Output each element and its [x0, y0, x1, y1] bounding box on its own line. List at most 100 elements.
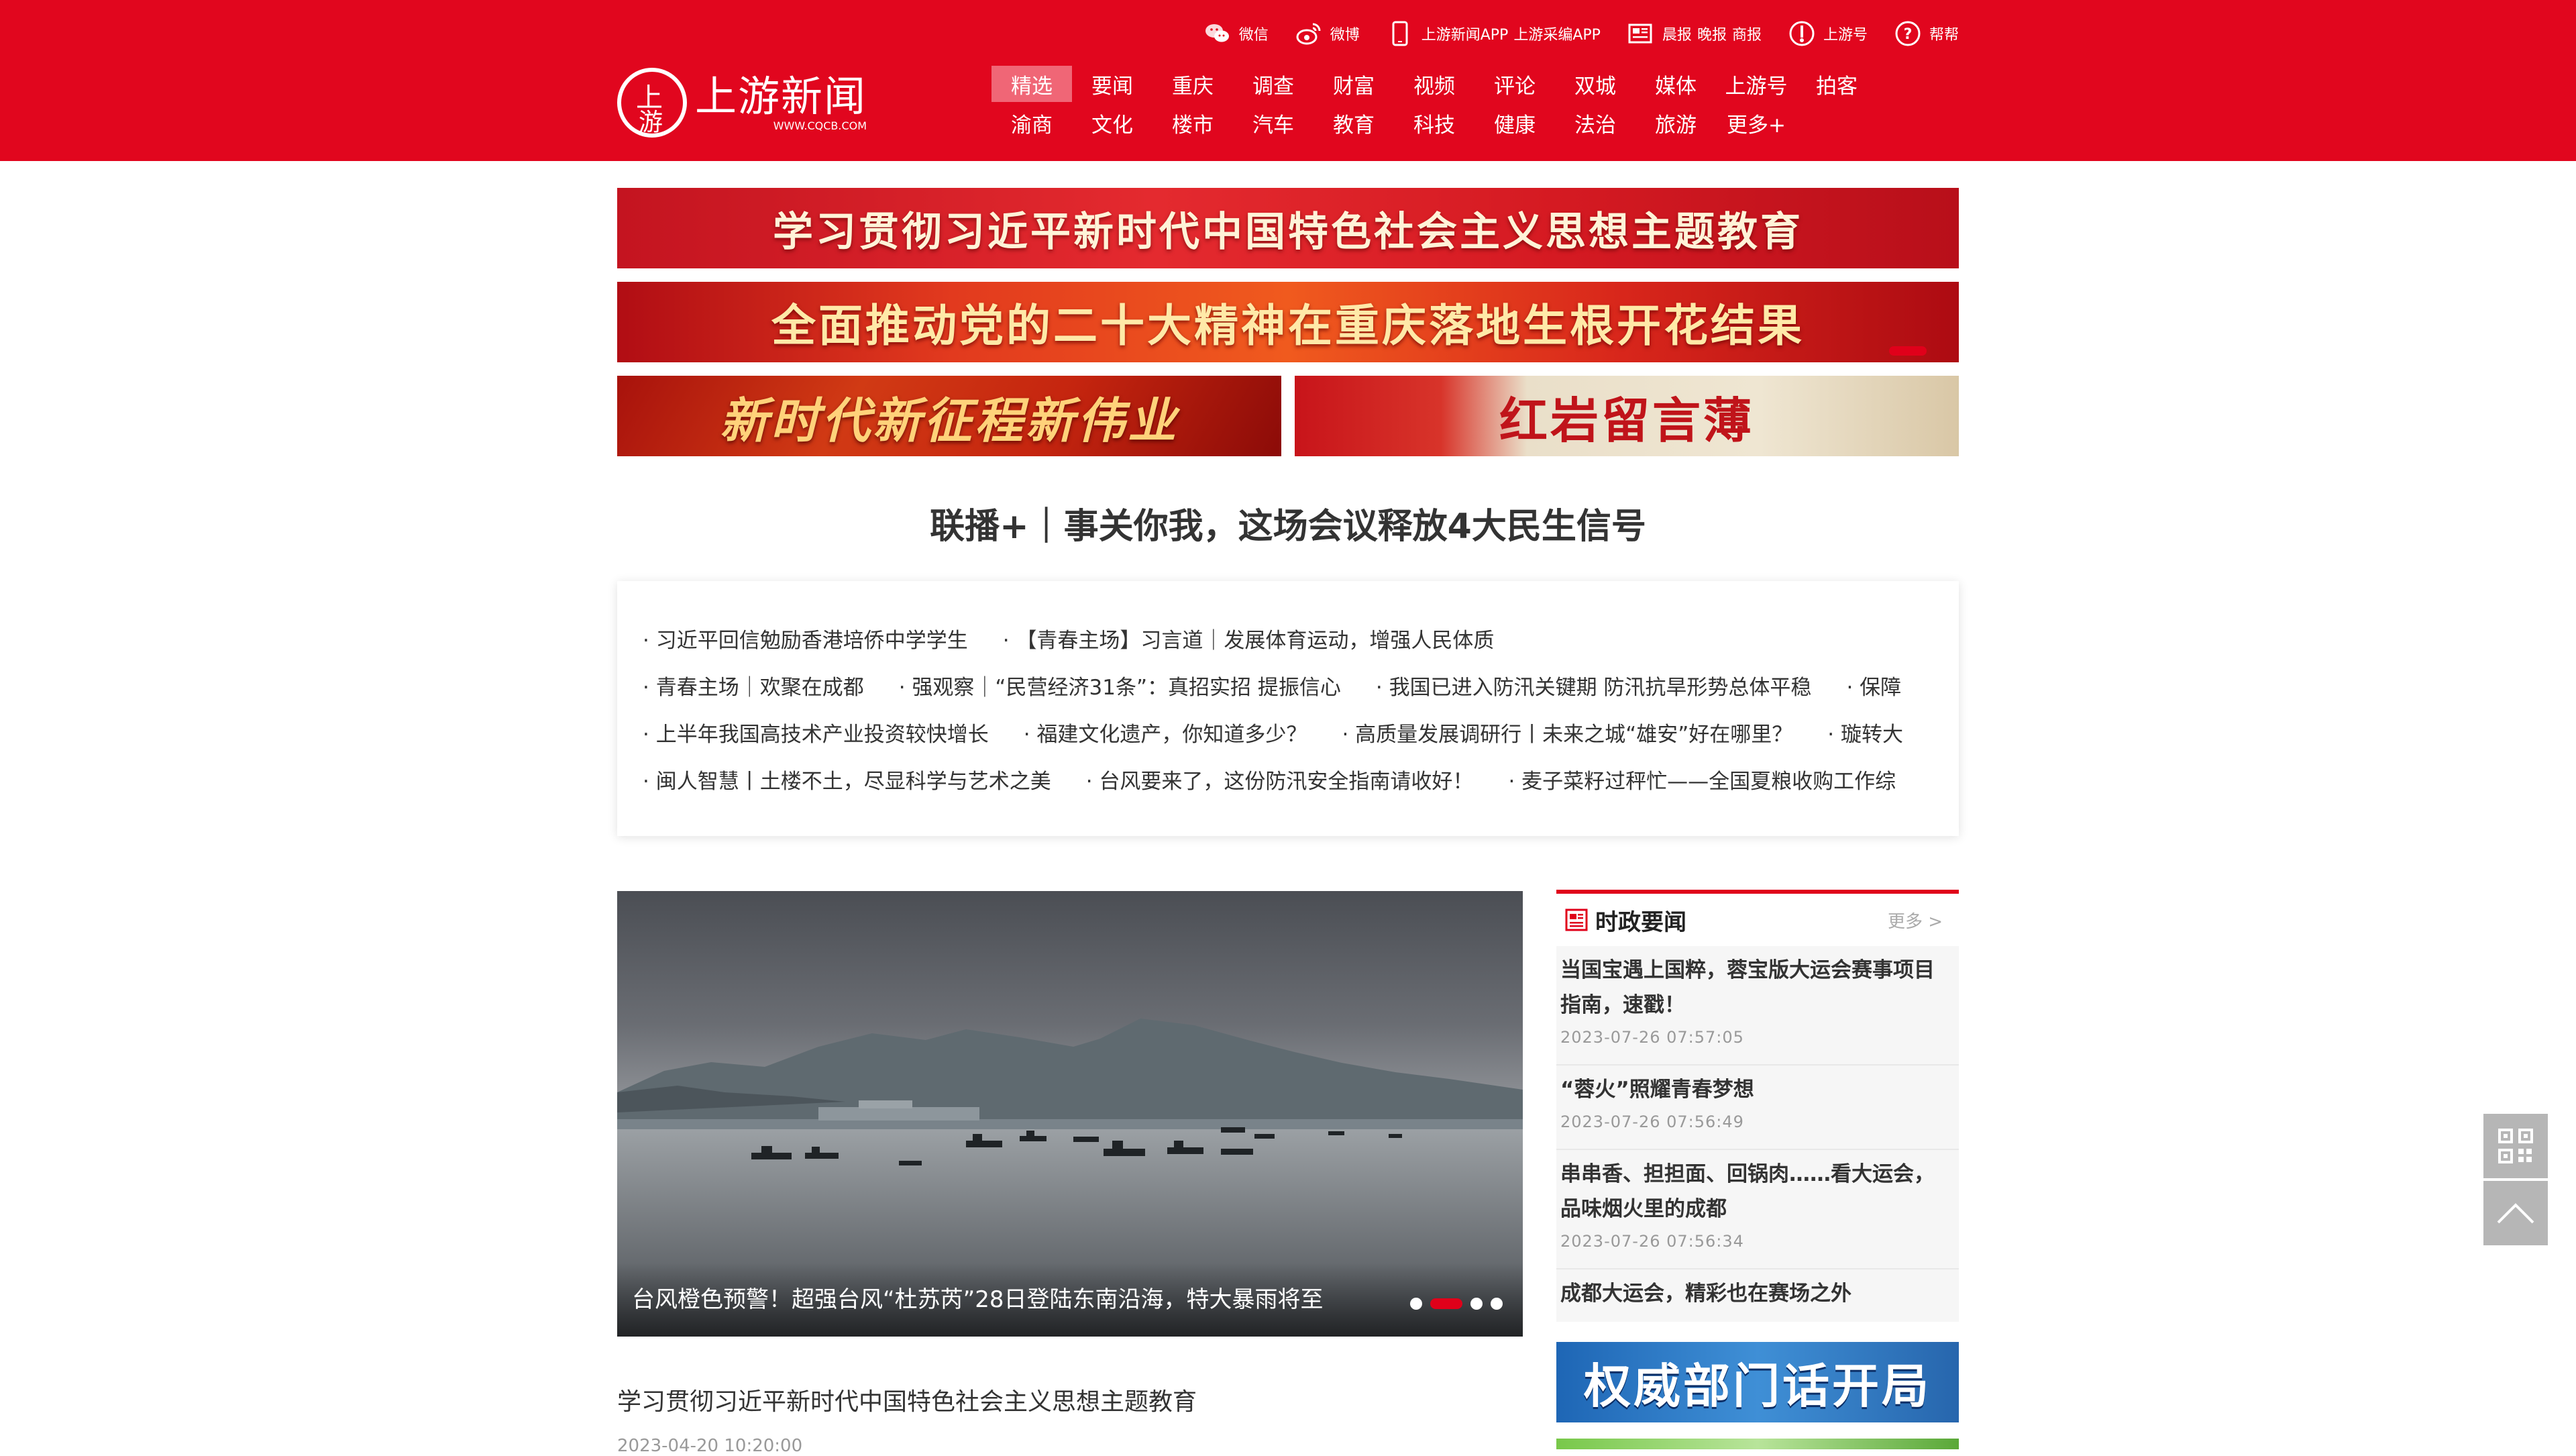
- nav-item-r1-2[interactable]: 重庆: [1152, 66, 1233, 102]
- app-links[interactable]: 上游新闻APP 上游采编APP: [1385, 19, 1601, 48]
- more-link[interactable]: 更多 >: [1888, 908, 1952, 933]
- news-title[interactable]: 成都大运会，精彩也在赛场之外: [1560, 1276, 1955, 1311]
- column-header: 时政要闻 更多 >: [1556, 894, 1959, 946]
- weibo-link[interactable]: 微博: [1294, 19, 1360, 48]
- news-title[interactable]: 当国宝遇上国粹，蓉宝版大运会赛事项目指南，速戳！: [1560, 953, 1955, 1023]
- nav-item-r2-2[interactable]: 楼市: [1152, 105, 1233, 141]
- news-title[interactable]: “蓉火”照耀青春梦想: [1560, 1072, 1955, 1107]
- nav-item-r2-3[interactable]: 汽车: [1233, 105, 1313, 141]
- nav-item-r1-8[interactable]: 媒体: [1635, 66, 1716, 102]
- chevron-up-icon: [2497, 1203, 2534, 1224]
- theme-education-banner[interactable]: 学习贯彻习近平新时代中国特色社会主义思想主题教育: [617, 188, 1959, 268]
- business-paper-label[interactable]: 商报: [1732, 23, 1762, 44]
- news-carousel[interactable]: 台风橙色预警！超强台风“杜苏芮”28日登陆东南沿海，特大暴雨将至: [617, 891, 1523, 1337]
- weibo-icon: [1296, 23, 1321, 45]
- qr-code-button[interactable]: [2483, 1114, 2548, 1178]
- headline-link[interactable]: 青春主场｜欢聚在成都: [643, 670, 864, 700]
- headline-link[interactable]: 上半年我国高技术产业投资较快增长: [643, 717, 989, 747]
- headline-link[interactable]: 福建文化遗产，你知道多少？: [1024, 717, 1307, 747]
- wechat-icon: [1205, 24, 1229, 42]
- nav-item-r1-10[interactable]: 拍客: [1796, 66, 1877, 102]
- nav-item-r2-1[interactable]: 文化: [1072, 105, 1152, 141]
- headline-link[interactable]: 闽人智慧丨土楼不土，尽显科学与艺术之美: [643, 764, 1051, 794]
- news-item[interactable]: 串串香、担担面、回锅肉……看大运会，品味烟火里的成都 2023-07-26 07:…: [1556, 1150, 1959, 1269]
- nav-item-r2-4[interactable]: 教育: [1313, 105, 1394, 141]
- logo-mark: 上 游: [617, 68, 687, 138]
- green-banner[interactable]: [1556, 1439, 1959, 1449]
- upstream-account-label: 上游号: [1823, 27, 1868, 44]
- carousel-page-dot[interactable]: [1470, 1298, 1483, 1310]
- twentieth-congress-banner[interactable]: 全面推动党的二十大精神在重庆落地生根开花结果: [617, 282, 1959, 362]
- upstream-account-link[interactable]: 上游号: [1787, 19, 1868, 48]
- news-date: 2023-07-26 07:56:34: [1560, 1232, 1744, 1251]
- news-date: 2023-07-26 07:57:05: [1560, 1028, 1744, 1047]
- weibo-label: 微博: [1330, 27, 1360, 44]
- svg-text:?: ?: [1904, 26, 1913, 43]
- authority-banner[interactable]: 权威部门话开局: [1556, 1342, 1959, 1422]
- main-nav: 精选 要闻 重庆 调查 财富 视频 评论 双城 媒体 上游号 拍客 渝商 文化 楼市 汽车 教育 科技 健康 法治…: [991, 64, 1904, 142]
- site-header: 微信 微博 上游新闻APP 上游采编APP 晨报 晚报 商报 上游号 ? 帮帮 …: [0, 0, 2576, 161]
- banner-slide-indicator[interactable]: [1889, 346, 1927, 356]
- banner-text: 学习贯彻习近平新时代中国特色社会主义思想主题教育: [773, 208, 1803, 256]
- help-label: 帮帮: [1929, 27, 1959, 44]
- carousel-caption[interactable]: 台风橙色预警！超强台风“杜苏芮”28日登陆东南沿海，特大暴雨将至: [632, 1281, 1403, 1314]
- headline-link[interactable]: 璇转大: [1827, 717, 1903, 747]
- headline-link[interactable]: 台风要来了，这份防汛安全指南请收好！: [1086, 764, 1473, 794]
- headline-link[interactable]: 强观察｜“民营经济31条”：真招实招 提振信心: [899, 670, 1340, 700]
- carousel-page-dot[interactable]: [1430, 1298, 1462, 1309]
- new-era-banner[interactable]: 新时代新征程新伟业: [617, 376, 1281, 456]
- nav-item-r1-0[interactable]: 精选: [991, 66, 1072, 102]
- link-row: 习近平回信勉励香港培侨中学学生 【青春主场】习言道｜发展体育运动，增强人民体质: [643, 615, 1933, 662]
- news-item[interactable]: 当国宝遇上国粹，蓉宝版大运会赛事项目指南，速戳！ 2023-07-26 07:57…: [1556, 946, 1959, 1065]
- feature-date: 2023-04-20 10:20:00: [617, 1436, 803, 1456]
- carousel-page-dot[interactable]: [1410, 1298, 1422, 1310]
- nav-item-r2-9[interactable]: 更多+: [1716, 105, 1796, 141]
- nav-item-r2-7[interactable]: 法治: [1555, 105, 1635, 141]
- newspaper-links[interactable]: 晨报 晚报 商报: [1626, 19, 1762, 48]
- news-item[interactable]: 成都大运会，精彩也在赛场之外: [1556, 1269, 1959, 1322]
- logo-url: WWW.CQCB.COM: [773, 119, 867, 132]
- back-to-top-button[interactable]: [2483, 1181, 2548, 1245]
- wechat-link[interactable]: 微信: [1203, 19, 1269, 48]
- nav-item-r1-4[interactable]: 财富: [1313, 66, 1394, 102]
- nav-item-r2-6[interactable]: 健康: [1474, 105, 1555, 141]
- news-title[interactable]: 串串香、担担面、回锅肉……看大运会，品味烟火里的成都: [1560, 1157, 1955, 1227]
- help-link[interactable]: ? 帮帮: [1893, 19, 1959, 48]
- nav-item-r1-6[interactable]: 评论: [1474, 66, 1555, 102]
- nav-item-r2-5[interactable]: 科技: [1394, 105, 1474, 141]
- headline-link[interactable]: 【青春主场】习言道｜发展体育运动，增强人民体质: [1003, 623, 1494, 654]
- headline-link[interactable]: 习近平回信勉励香港培侨中学学生: [643, 623, 968, 654]
- nav-item-r2-8[interactable]: 旅游: [1635, 105, 1716, 141]
- nav-item-r1-1[interactable]: 要闻: [1072, 66, 1152, 102]
- headline-link[interactable]: 我国已进入防汛关键期 防汛抗旱形势总体平稳: [1376, 670, 1812, 700]
- politics-news-column: 时政要闻 更多 > 当国宝遇上国粹，蓉宝版大运会赛事项目指南，速戳！ 2023-0…: [1556, 890, 1959, 1322]
- headline-links-panel: 习近平回信勉励香港培侨中学学生 【青春主场】习言道｜发展体育运动，增强人民体质青春…: [617, 581, 1959, 836]
- wechat-label: 微信: [1238, 27, 1269, 44]
- nav-item-r2-0[interactable]: 渝商: [991, 105, 1072, 141]
- banner-text: 全面推动党的二十大精神在重庆落地生根开花结果: [771, 299, 1805, 352]
- editor-app-label[interactable]: 上游采编APP: [1513, 23, 1601, 44]
- feature-title[interactable]: 学习贯彻习近平新时代中国特色社会主义思想主题教育: [617, 1382, 1197, 1417]
- news-app-label[interactable]: 上游新闻APP: [1421, 23, 1509, 44]
- carousel-page-dot[interactable]: [1491, 1298, 1503, 1310]
- news-list: 当国宝遇上国粹，蓉宝版大运会赛事项目指南，速戳！ 2023-07-26 07:57…: [1556, 946, 1959, 1322]
- evening-paper-label[interactable]: 晚报: [1697, 23, 1727, 44]
- headline-link[interactable]: 麦子菜籽过秤忙——全国夏粮收购工作综: [1508, 764, 1896, 794]
- nav-item-r1-7[interactable]: 双城: [1555, 66, 1635, 102]
- banner-text: 权威部门话开局: [1584, 1358, 1931, 1414]
- morning-paper-label[interactable]: 晨报: [1662, 23, 1692, 44]
- hongyan-guestbook-banner[interactable]: 红岩留言薄: [1295, 376, 1959, 456]
- headline-link[interactable]: 保障: [1846, 670, 1901, 700]
- utility-links: 微信 微博 上游新闻APP 上游采编APP 晨报 晚报 商报 上游号 ? 帮帮: [1177, 17, 1959, 50]
- nav-item-r1-5[interactable]: 视频: [1394, 66, 1474, 102]
- link-row: 上半年我国高技术产业投资较快增长 福建文化遗产，你知道多少？ 高质量发展调研行丨未来…: [643, 709, 1933, 756]
- newspaper-icon: [1628, 23, 1652, 44]
- headline-link[interactable]: 高质量发展调研行丨未来之城“雄安”好在哪里？: [1342, 717, 1792, 747]
- nav-item-r1-9[interactable]: 上游号: [1716, 66, 1796, 102]
- site-logo[interactable]: 上 游 上游新闻 WWW.CQCB.COM: [617, 66, 872, 140]
- news-item[interactable]: “蓉火”照耀青春梦想 2023-07-26 07:56:49: [1556, 1065, 1959, 1150]
- top-headline[interactable]: 联播+｜事关你我，这场会议释放4大民生信号: [617, 498, 1959, 548]
- nav-item-r1-3[interactable]: 调查: [1233, 66, 1313, 102]
- carousel-pager: [1410, 1298, 1503, 1310]
- banner-text: 新时代新征程新伟业: [719, 392, 1179, 449]
